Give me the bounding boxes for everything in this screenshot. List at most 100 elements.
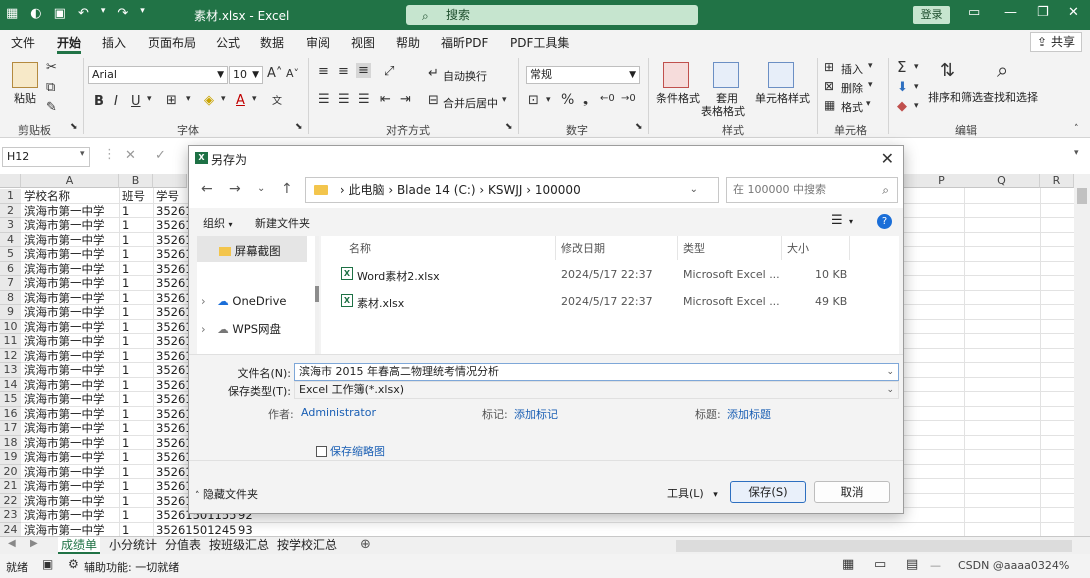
delete-cells-icon[interactable]: ⊠	[824, 79, 834, 93]
align-bottom-icon[interactable]: ≡	[356, 63, 371, 78]
format-cells-button[interactable]: 格式	[841, 99, 863, 115]
close-window-icon[interactable]: ✕	[1068, 5, 1079, 20]
cell-school-name[interactable]: 滨海市第一中学	[24, 465, 105, 480]
sheet-tab-sub-stats[interactable]: 小分统计	[106, 537, 160, 554]
row-header[interactable]: 1	[0, 189, 21, 204]
search-box[interactable]: ⌕ 搜索	[406, 5, 698, 25]
vertical-scrollbar[interactable]	[1074, 174, 1090, 536]
merge-center-button[interactable]: 合并后居中	[443, 95, 498, 111]
tab-pdf-tools[interactable]: PDF工具集	[510, 34, 569, 51]
cell-score[interactable]: 93	[238, 523, 253, 536]
borders-dropdown-icon[interactable]: ▾	[186, 94, 191, 104]
scroll-thumb[interactable]	[315, 286, 319, 302]
column-header-date[interactable]: 修改日期	[561, 240, 605, 256]
align-left-icon[interactable]: ☰	[318, 92, 330, 107]
nav-item-wps[interactable]: › ☁ WPS网盘	[201, 321, 281, 337]
tab-home[interactable]: 开始	[57, 34, 81, 51]
chevron-down-icon[interactable]: ⌄	[886, 382, 894, 398]
zoom-out-icon[interactable]: —	[930, 559, 941, 572]
cell-school-name[interactable]: 滨海市第一中学	[24, 508, 105, 523]
tab-formulas[interactable]: 公式	[216, 34, 240, 51]
close-icon[interactable]: ✕	[881, 149, 894, 168]
borders-icon[interactable]: ⊞	[166, 93, 177, 108]
cell-school-name[interactable]: 滨海市第一中学	[24, 233, 105, 248]
breadcrumb-this-pc[interactable]: 此电脑	[348, 183, 384, 197]
recent-locations-icon[interactable]: ⌄	[257, 183, 265, 194]
fill-color-icon[interactable]: ◈	[204, 93, 214, 108]
align-middle-icon[interactable]: ≡	[338, 64, 349, 79]
view-dropdown-icon[interactable]: ▾	[849, 217, 853, 226]
tab-insert[interactable]: 插入	[102, 34, 126, 51]
format-as-table-icon[interactable]	[713, 62, 739, 88]
undo-dropdown-icon[interactable]: ▾	[101, 6, 106, 21]
cell-school-name[interactable]: 滨海市第一中学	[24, 218, 105, 233]
fill-down-icon[interactable]: ⬇	[897, 80, 908, 95]
next-sheet-icon[interactable]: ▶	[30, 538, 38, 549]
bold-icon[interactable]: B	[94, 94, 104, 109]
undo-icon[interactable]: ↶	[78, 6, 89, 21]
cancel-button[interactable]: 取消	[814, 481, 890, 503]
decrease-decimal-icon[interactable]: →0	[621, 93, 636, 104]
cell-school-name[interactable]: 滨海市第一中学	[24, 276, 105, 291]
number-launcher-icon[interactable]: ⬊	[635, 122, 643, 132]
row-header[interactable]: 22	[0, 493, 21, 508]
paste-icon[interactable]	[12, 62, 38, 88]
column-separator[interactable]	[677, 236, 678, 260]
cell-class-no[interactable]: 1	[122, 262, 129, 277]
autosave-toggle-icon[interactable]: ◐	[30, 6, 41, 21]
phonetic-icon[interactable]: 文	[272, 92, 282, 107]
cell-student-id[interactable]: 35261501245	[156, 523, 236, 536]
cell-class-no[interactable]: 1	[122, 305, 129, 320]
column-header-b[interactable]: B	[119, 174, 153, 188]
column-header-name[interactable]: 名称	[349, 240, 371, 256]
row-header[interactable]: 12	[0, 348, 21, 363]
sheet-tab-score-table[interactable]: 分值表	[162, 537, 204, 554]
cell-school-name[interactable]: 滨海市第一中学	[24, 523, 105, 536]
cell-class-no[interactable]: 1	[122, 276, 129, 291]
delete-dropdown-icon[interactable]: ▾	[868, 80, 873, 90]
row-header[interactable]: 6	[0, 261, 21, 276]
clear-dropdown-icon[interactable]: ▾	[914, 101, 919, 111]
cell-class-no[interactable]: 1	[122, 349, 129, 364]
cell-class-no[interactable]: 班号	[122, 189, 145, 204]
organize-button[interactable]: 组织 ▾	[203, 215, 233, 231]
expand-formula-icon[interactable]: ▾	[1074, 148, 1079, 158]
save-thumbnail-label[interactable]: 保存缩略图	[330, 443, 385, 459]
column-header-a[interactable]: A	[21, 174, 119, 188]
fill-dropdown-icon[interactable]: ▾	[914, 82, 919, 92]
row-header[interactable]: 16	[0, 406, 21, 421]
hide-folders-toggle[interactable]: ˄ 隐藏文件夹	[195, 486, 258, 502]
align-center-icon[interactable]: ☰	[338, 92, 350, 107]
increase-indent-icon[interactable]: ⇥	[400, 92, 411, 107]
cell-class-no[interactable]: 1	[122, 204, 129, 219]
select-all-corner[interactable]	[0, 174, 21, 188]
number-format-select[interactable]: 常规 ▼	[526, 66, 640, 84]
row-header[interactable]: 3	[0, 218, 21, 233]
italic-icon[interactable]: I	[114, 94, 118, 109]
cell-class-no[interactable]: 1	[122, 378, 129, 393]
author-value[interactable]: Administrator	[301, 406, 376, 419]
cell-school-name[interactable]: 学校名称	[24, 189, 70, 204]
tab-foxit-pdf[interactable]: 福昕PDF	[441, 34, 488, 51]
tab-review[interactable]: 审阅	[306, 34, 330, 51]
cell-school-name[interactable]: 滨海市第一中学	[24, 407, 105, 422]
column-header-type[interactable]: 类型	[683, 240, 705, 256]
page-break-view-icon[interactable]: ▤	[906, 557, 918, 572]
up-arrow-icon[interactable]: ↑	[281, 181, 293, 197]
percent-icon[interactable]: %	[561, 92, 574, 108]
row-header[interactable]: 10	[0, 319, 21, 334]
cell-styles-button[interactable]: 单元格样式	[755, 90, 810, 106]
share-button[interactable]: ⇪ 共享	[1030, 32, 1082, 52]
alignment-launcher-icon[interactable]: ⬊	[505, 122, 513, 132]
macro-record-icon[interactable]: ▣	[42, 557, 53, 571]
row-header[interactable]: 23	[0, 508, 21, 523]
cell-school-name[interactable]: 滨海市第一中学	[24, 247, 105, 262]
save-button[interactable]: 保存(S)	[730, 481, 806, 503]
column-separator[interactable]	[781, 236, 782, 260]
find-select-button[interactable]: 查找和选择	[983, 89, 1038, 105]
sort-filter-button[interactable]: 排序和筛选	[928, 89, 983, 105]
increase-font-icon[interactable]: A˄	[267, 66, 282, 81]
back-arrow-icon[interactable]: ←	[201, 181, 213, 197]
collapse-ribbon-icon[interactable]: ˄	[1074, 124, 1079, 134]
cell-class-no[interactable]: 1	[122, 218, 129, 233]
